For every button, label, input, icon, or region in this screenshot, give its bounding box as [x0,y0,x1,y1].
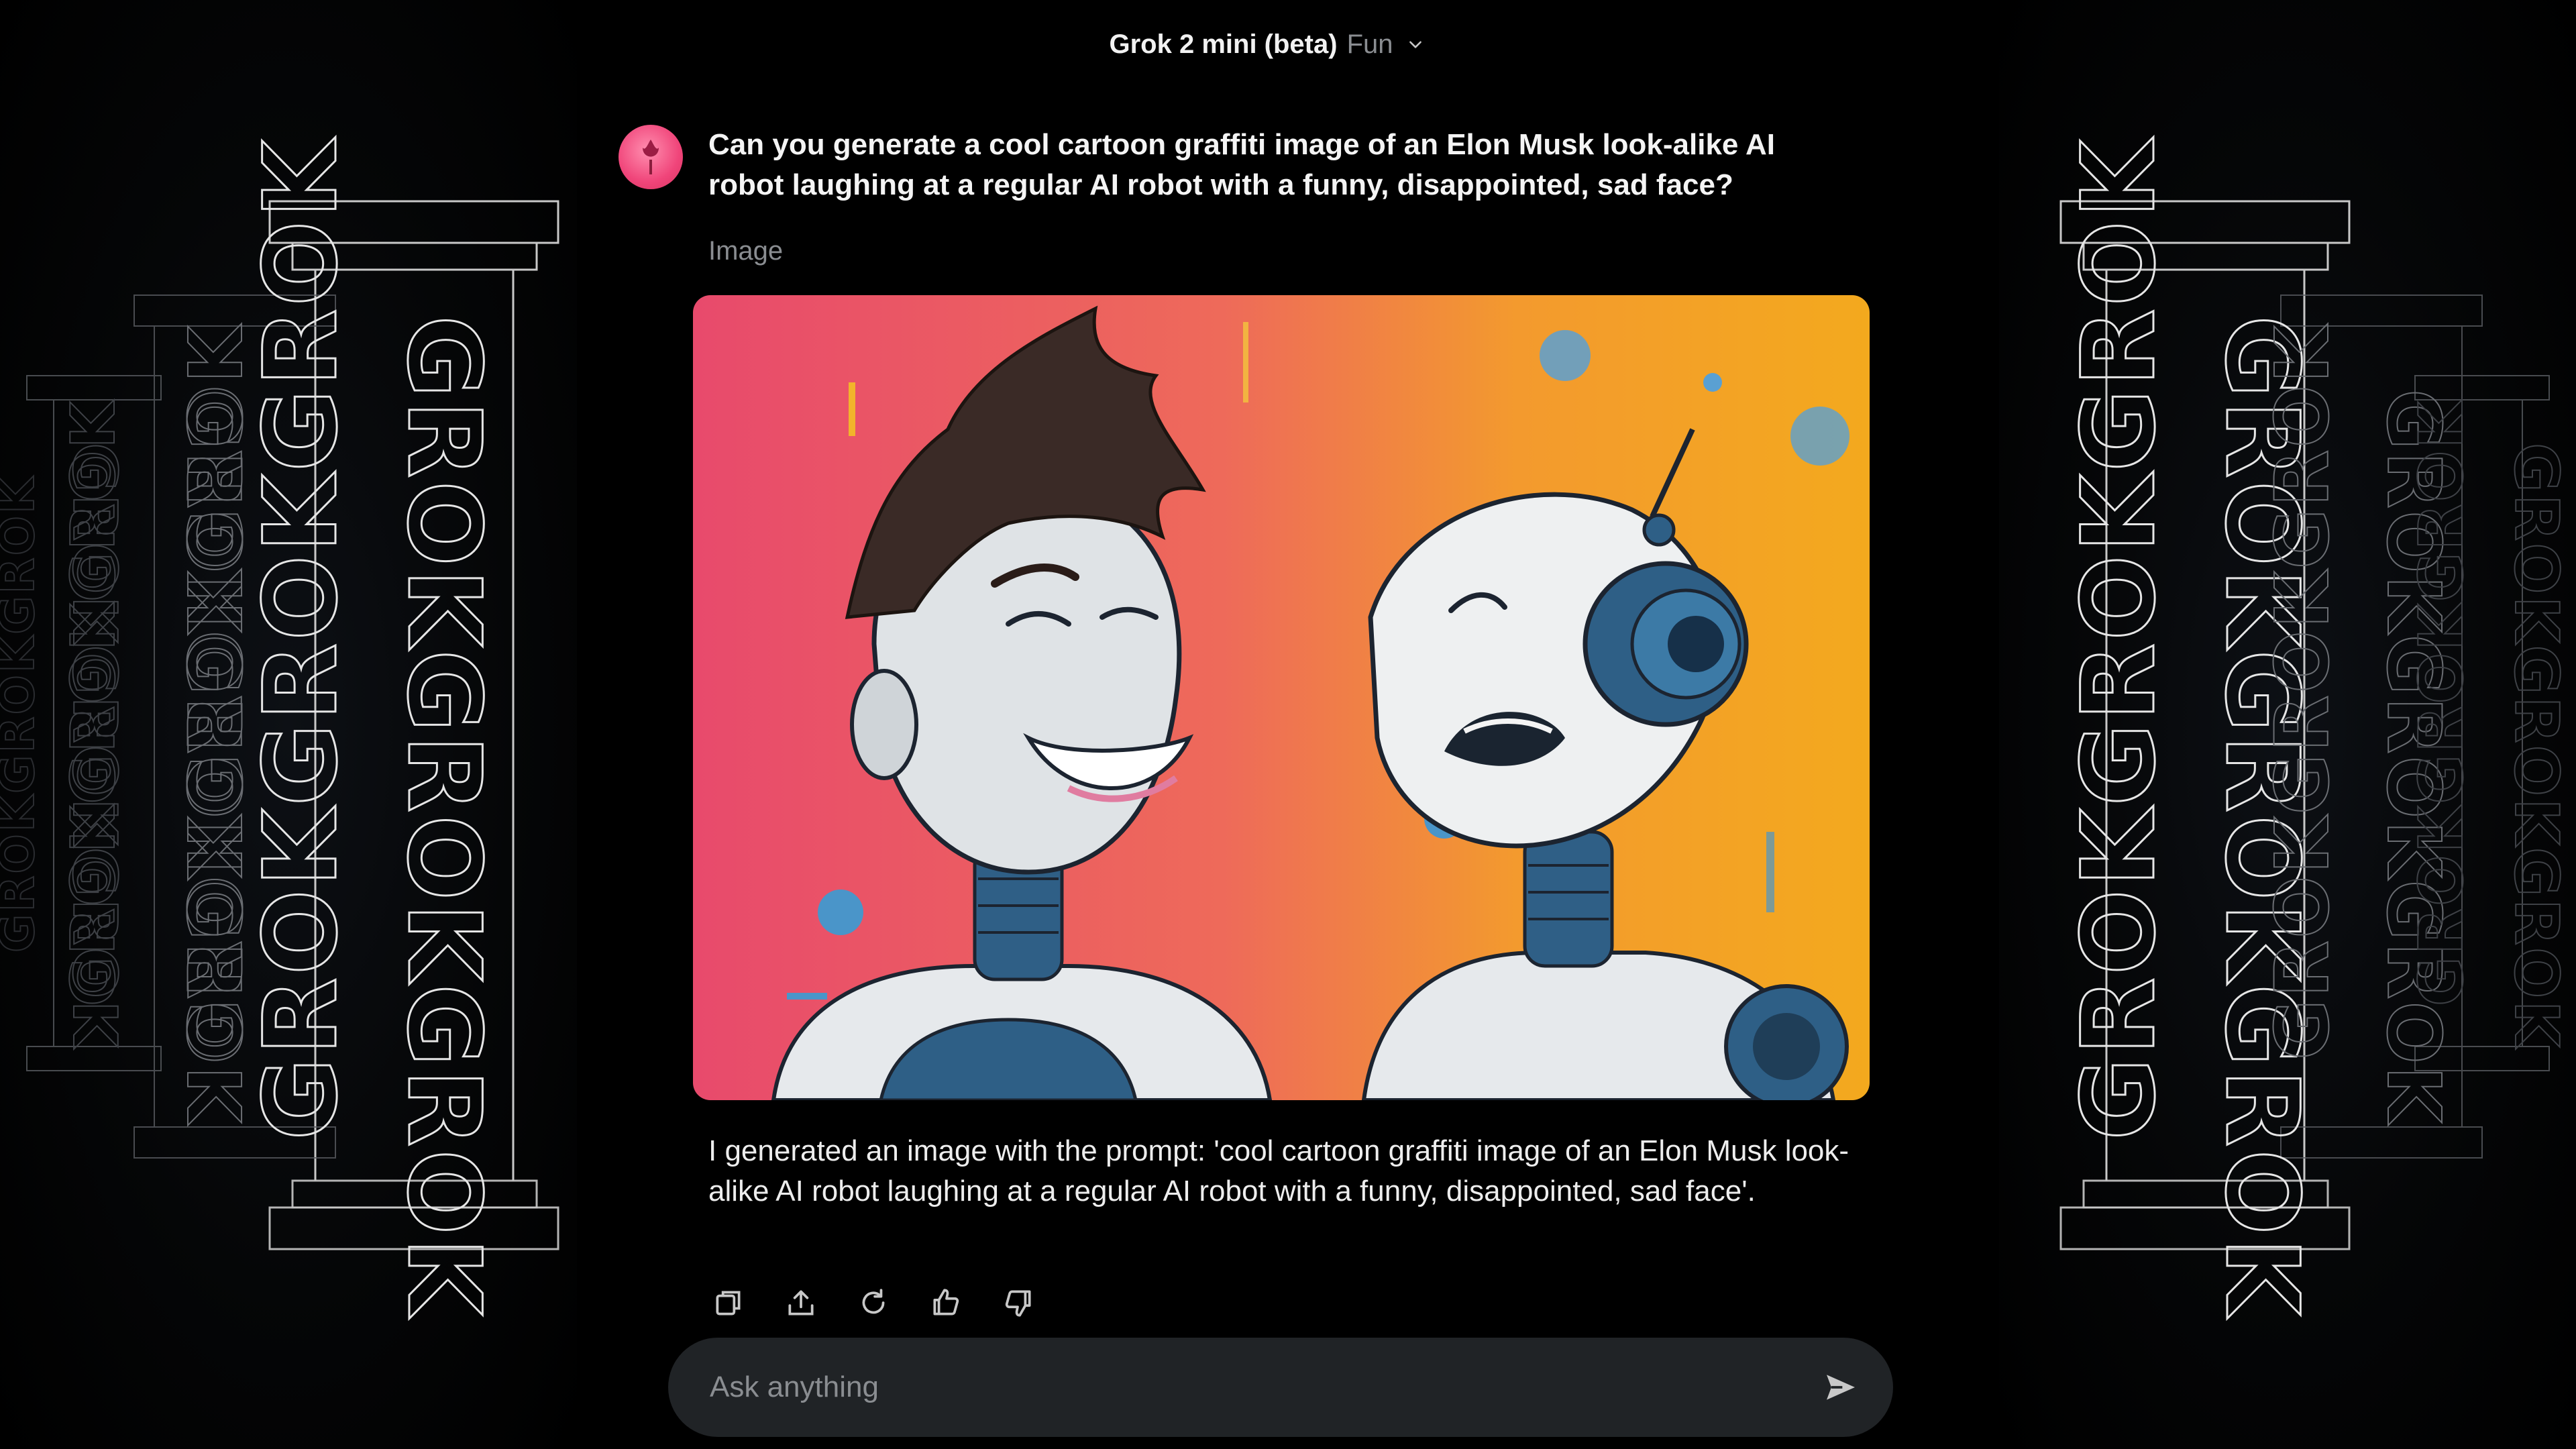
image-label: Image [708,236,784,266]
grok-word: GROK [243,806,360,1140]
share-button[interactable] [781,1283,821,1323]
model-name: Grok 2 mini (beta) [1109,29,1338,59]
share-icon [788,1290,814,1316]
right-decor-panel: GROKGROKGROK GROKGROKGROK GROKGROKGROK G… [1999,0,2576,1449]
graffiti-robots-illustration [693,295,1870,1100]
svg-text:GROKGROKGROK: GROKGROKGROK [59,443,129,1050]
thumbs-down-button[interactable] [998,1283,1038,1323]
left-decor-panel: GROKGROKGROK GROKGROKGROK GROKGROKGROK G… [0,0,577,1449]
user-message-text: Can you generate a cool cartoon graffiti… [708,128,1775,201]
chat-column: Grok 2 mini (beta) Fun Can you generate … [577,0,1956,1449]
regenerate-icon [862,1289,885,1314]
assistant-reply: I generated an image with the prompt: 'c… [708,1134,1849,1208]
svg-text:GROKGROKGROK: GROKGROKGROK [170,389,256,1126]
svg-text:GROKGROKGROK: GROKGROKGROK [385,315,502,1319]
generated-image[interactable] [693,295,1870,1100]
copy-button[interactable] [708,1283,749,1323]
thumbs-down-icon [1005,1290,1031,1317]
model-selector[interactable]: Grok 2 mini (beta) Fun [577,24,1956,64]
svg-text:GROKGROKGROK: GROKGROKGROK [2061,137,2178,1140]
svg-text:GROKGROKGROK: GROKGROKGROK [2259,323,2345,1060]
message-actions [708,1283,1038,1323]
tulip-avatar-icon [643,140,659,174]
thumbs-up-icon [933,1289,959,1316]
message-composer [668,1338,1893,1437]
svg-text:GROKGROKGROK: GROKGROKGROK [2501,443,2571,1050]
grok-pillar-decor-right: GROKGROKGROK GROKGROKGROK GROKGROKGROK G… [2059,136,2572,1320]
thumbs-up-button[interactable] [926,1283,966,1323]
regenerate-button[interactable] [853,1283,894,1323]
send-icon[interactable] [1821,1368,1861,1406]
avatar [619,125,683,189]
chevron-down-icon [1409,41,1421,48]
svg-text:GROKGROKGROK: GROKGROKGROK [0,476,45,953]
ask-input[interactable] [708,1370,1771,1405]
mode-label: Fun [1346,29,1393,59]
svg-text:GROKGROKGROK: GROKGROKGROK [2406,399,2477,1006]
copy-icon [716,1291,741,1316]
svg-text:GROKGROKGROK: GROKGROKGROK [243,137,360,1140]
grok-pillar-decor-left: GROKGROKGROK GROKGROKGROK GROKGROKGROK G… [0,136,559,1320]
